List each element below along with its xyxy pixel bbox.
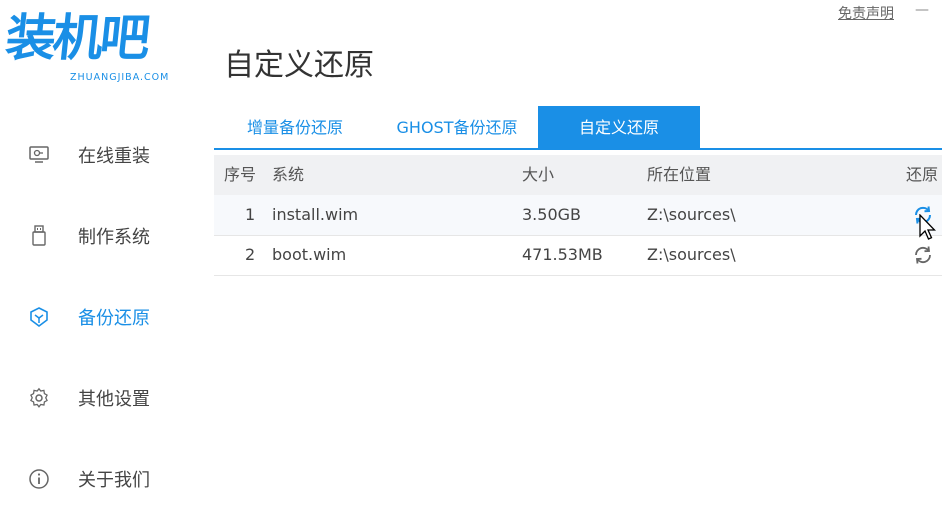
sidebar-item-backup-restore[interactable]: 备份还原 — [24, 299, 194, 335]
table-header: 序号 系统 大小 所在位置 还原 — [214, 155, 942, 195]
row-index: 1 — [245, 205, 256, 224]
header-size: 大小 — [522, 165, 555, 184]
logo-text: 装机吧 — [2, 9, 151, 67]
usb-drive-icon — [24, 224, 54, 248]
table-row[interactable]: 2 boot.wim 471.53MB Z:\sources\ — [214, 235, 942, 276]
sidebar-item-online-reinstall[interactable]: 在线重装 — [24, 137, 194, 173]
table-row[interactable]: 1 install.wim 3.50GB Z:\sources\ — [214, 195, 942, 236]
row-system: boot.wim — [272, 245, 347, 264]
minimize-button[interactable]: — — [912, 2, 932, 18]
row-location: Z:\sources\ — [647, 245, 736, 264]
page-title: 自定义还原 — [224, 48, 374, 83]
info-icon — [24, 467, 54, 491]
sidebar-item-label: 关于我们 — [78, 470, 150, 491]
row-system: install.wim — [272, 205, 359, 224]
row-index: 2 — [245, 245, 256, 264]
tab-underline — [214, 148, 942, 150]
header-index: 序号 — [224, 165, 257, 184]
tab-custom-restore[interactable]: 自定义还原 — [538, 106, 700, 150]
row-size: 471.53MB — [522, 245, 603, 264]
row-location: Z:\sources\ — [647, 205, 736, 224]
tab-incremental-backup-restore[interactable]: 增量备份还原 — [214, 106, 376, 148]
sidebar-item-label: 制作系统 — [78, 227, 150, 248]
gear-icon — [24, 386, 54, 410]
logo-domain: ZHUANGJIBA.COM — [70, 72, 170, 83]
header-system: 系统 — [272, 165, 305, 184]
disclaimer-link[interactable]: 免责声明 — [838, 3, 894, 23]
sidebar-item-about-us[interactable]: 关于我们 — [24, 461, 194, 497]
row-size: 3.50GB — [522, 205, 581, 224]
sidebar-item-label: 在线重装 — [78, 146, 150, 167]
sidebar-item-label: 其他设置 — [78, 389, 150, 410]
mouse-cursor-icon — [918, 213, 937, 242]
monitor-icon — [24, 143, 54, 167]
restore-icon[interactable] — [912, 244, 934, 266]
header-location: 所在位置 — [647, 165, 712, 184]
header-restore: 还原 — [906, 165, 939, 184]
tab-ghost-backup-restore[interactable]: GHOST备份还原 — [376, 106, 538, 148]
tab-bar: 增量备份还原 GHOST备份还原 自定义还原 — [214, 106, 942, 150]
backup-restore-icon — [24, 305, 54, 329]
sidebar-item-label: 备份还原 — [78, 308, 150, 329]
sidebar-item-other-settings[interactable]: 其他设置 — [24, 380, 194, 416]
app-logo: 装机吧 ZHUANGJIBA.COM — [2, 6, 188, 86]
sidebar-item-make-system[interactable]: 制作系统 — [24, 218, 194, 254]
